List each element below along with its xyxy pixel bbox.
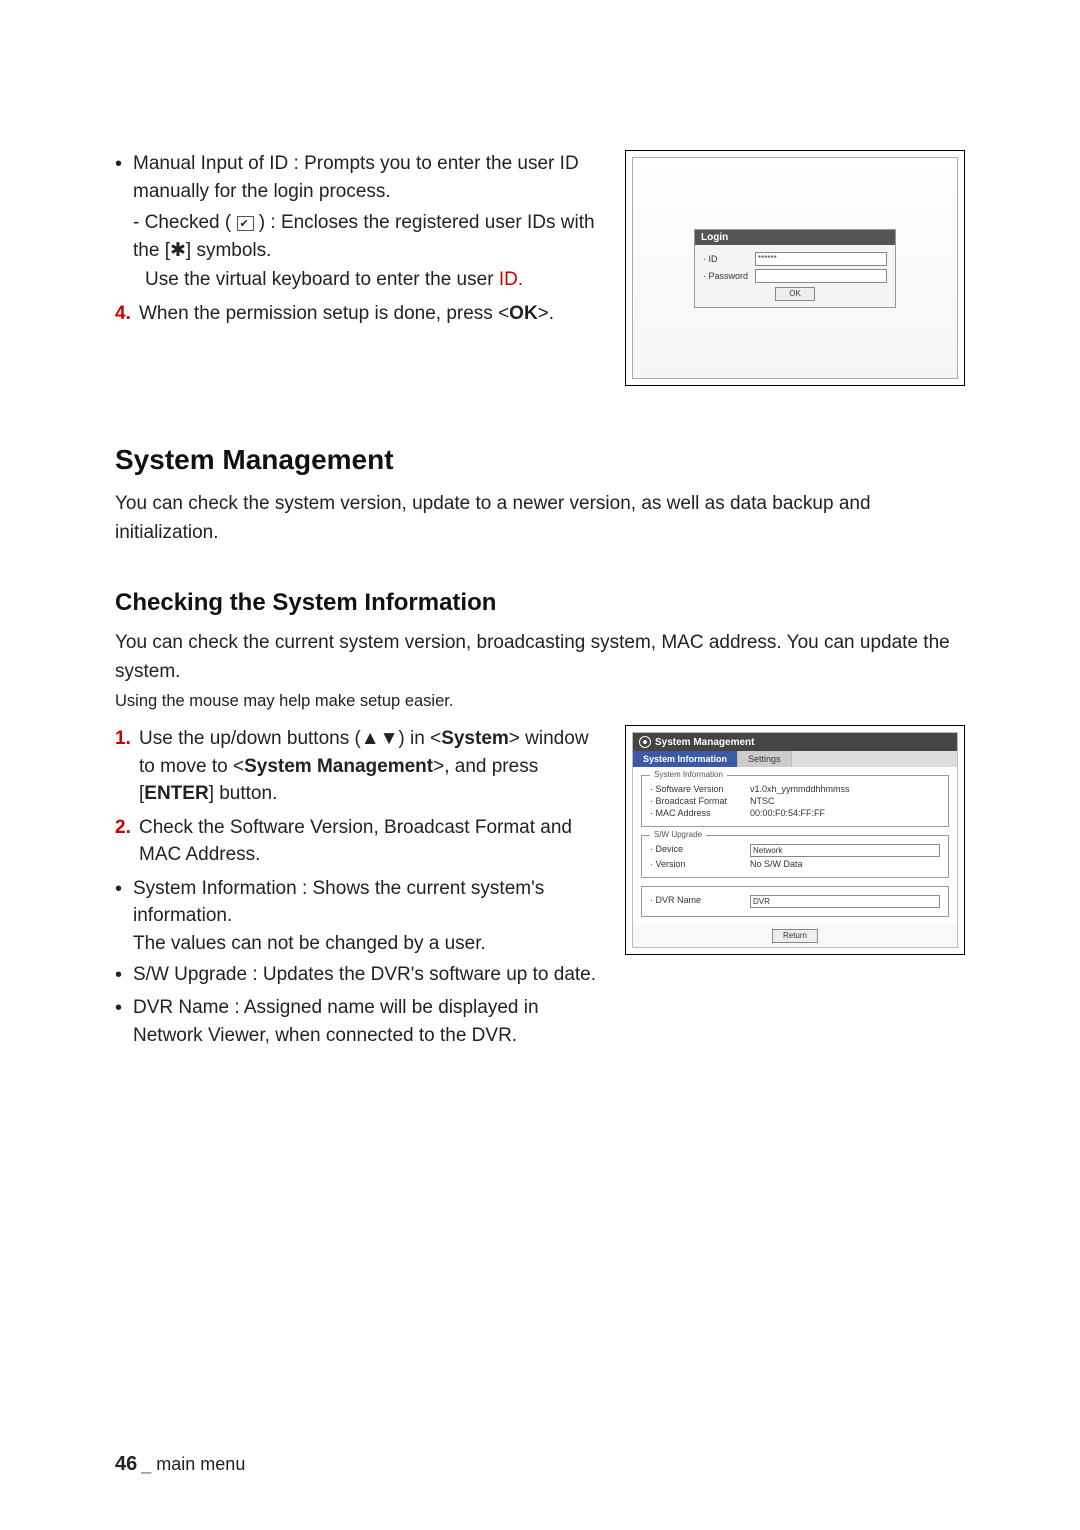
step4-post: >. [538, 303, 554, 324]
dvr-name-bullet: DVR Name : Assigned name will be display… [133, 994, 601, 1049]
page-label: main menu [156, 1454, 245, 1474]
grp-system-info-title: System Information [650, 770, 727, 779]
login-password-field[interactable] [755, 269, 887, 283]
sysinfo-bullet-note: The values can not be changed by a user. [133, 933, 486, 954]
broadcast-format-label: · Broadcast Format [650, 796, 750, 806]
bullet-dot [115, 150, 133, 205]
software-version-label: · Software Version [650, 784, 750, 794]
mac-address-value: 00:00:F0:54:FF:FF [750, 808, 940, 818]
mac-address-label: · MAC Address [650, 808, 750, 818]
bullet-dot [115, 994, 133, 1049]
login-password-label: · Password [703, 271, 755, 281]
broadcast-format-value: NTSC [750, 796, 940, 806]
page-number: 46 [115, 1453, 137, 1475]
step1-number: 1. [115, 725, 139, 808]
step4-number: 4. [115, 300, 139, 328]
page-sep: _ [141, 1454, 151, 1474]
tab-system-information[interactable]: System Information [633, 751, 738, 767]
checking-system-info-heading: Checking the System Information [115, 589, 965, 617]
page-footer: 46_ main menu [115, 1453, 245, 1476]
login-screenshot-frame: Login · ID ****** · Password OK [625, 150, 965, 386]
checking-system-info-intro: You can check the current system version… [115, 629, 965, 686]
sysinfo-bullet: System Information : Shows the current s… [133, 878, 544, 927]
device-field[interactable]: Network [750, 844, 940, 857]
system-mgmt-screenshot-frame: System Management System Information Set… [625, 725, 965, 955]
system-mgmt-window: System Management System Information Set… [632, 732, 958, 948]
software-version-value: v1.0xh_yymmddhhmmss [750, 784, 940, 794]
login-id-label: · ID [703, 254, 755, 264]
id-red: ID. [499, 269, 523, 290]
login-instructions: Manual Input of ID : Prompts you to ente… [115, 150, 601, 331]
login-id-field[interactable]: ****** [755, 252, 887, 266]
step1-text: Use the up/down buttons (▲▼) in <System>… [139, 725, 601, 808]
system-info-steps: 1. Use the up/down buttons (▲▼) in <Syst… [115, 725, 601, 1053]
grp-sw-upgrade-title: S/W Upgrade [650, 830, 706, 839]
login-screenshot-bg: Login · ID ****** · Password OK [632, 157, 958, 379]
checkbox-icon: ✔ [237, 216, 254, 231]
sm-header-title: System Management [655, 737, 754, 748]
version-label: · Version [650, 859, 750, 869]
mouse-tip: Using the mouse may help make setup easi… [115, 692, 965, 711]
version-value: No S/W Data [750, 859, 940, 869]
step4-text: When the permission setup is done, press… [139, 303, 509, 324]
dvr-name-label: · DVR Name [650, 895, 750, 908]
return-button[interactable]: Return [772, 929, 818, 943]
sw-upgrade-bullet: S/W Upgrade : Updates the DVR's software… [133, 961, 596, 990]
step4-ok: OK [509, 303, 538, 324]
step2-number: 2. [115, 814, 139, 869]
checked-pre: Checked ( [145, 212, 232, 233]
login-panel: Login · ID ****** · Password OK [694, 229, 896, 308]
device-label: · Device [650, 844, 750, 857]
manual-input-text: Manual Input of ID : Prompts you to ente… [133, 150, 601, 205]
system-management-heading: System Management [115, 444, 965, 476]
gear-icon [639, 736, 651, 748]
bullet-dot [115, 875, 133, 958]
bullet-dot [115, 961, 133, 990]
use-virtual-kb: Use the virtual keyboard to enter the us… [145, 269, 499, 290]
tab-settings[interactable]: Settings [738, 751, 792, 767]
system-management-intro: You can check the system version, update… [115, 490, 965, 547]
dvr-name-field[interactable]: DVR [750, 895, 940, 908]
step2-text: Check the Software Version, Broadcast Fo… [139, 814, 601, 869]
login-title: Login [695, 230, 895, 245]
login-ok-button[interactable]: OK [775, 287, 815, 301]
